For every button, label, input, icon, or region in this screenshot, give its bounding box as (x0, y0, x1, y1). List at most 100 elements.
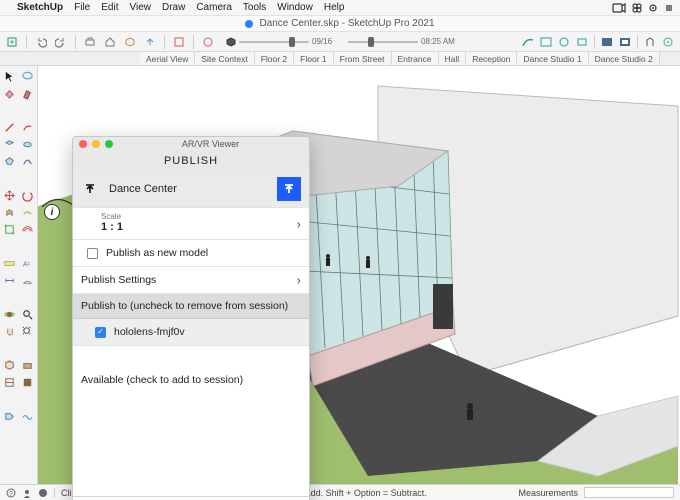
zoom-icon[interactable] (105, 140, 113, 148)
menu-edit[interactable]: Edit (101, 2, 118, 13)
panel-titlebar[interactable]: AR/VR Viewer (73, 137, 309, 151)
scale-value: 1 : 1 (101, 221, 301, 233)
scene-tab[interactable]: Dance Studio 2 (589, 52, 660, 65)
close-icon[interactable] (79, 140, 87, 148)
polygon-tool[interactable] (0, 153, 19, 170)
publish-settings-row[interactable]: Publish Settings › (73, 267, 309, 294)
window-title-bar: Dance Center.skp - SketchUp Pro 2021 (0, 16, 680, 32)
menu-draw[interactable]: Draw (162, 2, 185, 13)
shadow-time-slider[interactable]: 08:25 AM (348, 37, 455, 46)
zoomextents-tool[interactable] (19, 323, 38, 340)
device-row[interactable]: hololens-fmjf0v (73, 319, 309, 346)
print-button[interactable] (82, 34, 98, 50)
svg-text:?: ? (9, 491, 13, 498)
scene-tab[interactable]: Hall (439, 52, 467, 65)
panel-title: AR/VR Viewer (118, 139, 303, 149)
freehand-tool[interactable] (19, 119, 38, 136)
lasso-tool[interactable] (19, 68, 38, 85)
dimension-tool[interactable] (0, 272, 19, 289)
camera-icon[interactable] (612, 3, 626, 13)
protractor-tool[interactable] (19, 272, 38, 289)
new-model-button[interactable] (4, 34, 20, 50)
3dwh-button[interactable] (122, 34, 138, 50)
enter-ip-button[interactable]: Enter IP Address (73, 496, 309, 500)
available-heading: Available (check to add to session) (73, 346, 309, 496)
menu-window[interactable]: Window (277, 2, 313, 13)
redo-button[interactable] (53, 34, 69, 50)
menu-extra-icon[interactable] (664, 3, 674, 13)
scene-tab[interactable]: Dance Studio 1 (517, 52, 588, 65)
clover-icon[interactable] (632, 3, 642, 13)
shadow-time: 08:25 AM (421, 37, 455, 46)
style-b-button[interactable] (538, 34, 554, 50)
section-tool[interactable] (0, 357, 19, 374)
geo-icon[interactable] (38, 488, 48, 498)
backedges-button[interactable] (617, 34, 633, 50)
arvr-panel: AR/VR Viewer PUBLISH Dance Center Scale … (72, 136, 310, 500)
pan-tool[interactable] (0, 323, 19, 340)
sandbox-tool[interactable] (19, 408, 38, 425)
followme-tool[interactable] (19, 204, 38, 221)
orbit-tool[interactable] (0, 306, 19, 323)
workspace: A¹ (0, 66, 680, 484)
circle-tool[interactable] (19, 136, 38, 153)
menu-tools[interactable]: Tools (243, 2, 266, 13)
scene-tab[interactable]: Aerial View (140, 52, 195, 65)
component-share-button[interactable] (642, 34, 658, 50)
undo-button[interactable] (33, 34, 49, 50)
xray-button[interactable] (599, 34, 615, 50)
menu-file[interactable]: File (74, 2, 90, 13)
scene-tab[interactable]: Entrance (392, 52, 439, 65)
shadow-date-slider[interactable]: 09/16 (226, 37, 332, 47)
select-tool[interactable] (0, 68, 19, 85)
rectangle-tool[interactable] (0, 136, 19, 153)
menu-sketchup[interactable]: SketchUp (17, 2, 63, 13)
person-icon[interactable] (22, 488, 32, 498)
device-checkbox[interactable] (95, 327, 106, 338)
scale-row[interactable]: Scale 1 : 1 › (73, 208, 309, 240)
scene-tab[interactable]: Site Context (195, 52, 254, 65)
publish-new-row[interactable]: Publish as new model (73, 240, 309, 267)
move-tool[interactable] (0, 187, 19, 204)
settings-icon[interactable] (648, 3, 658, 13)
line-tool[interactable] (0, 119, 19, 136)
add-location-button[interactable] (660, 34, 676, 50)
device-name: hololens-fmjf0v (114, 326, 185, 338)
paint-tool[interactable] (19, 85, 38, 102)
mac-menubar: SketchUp File Edit View Draw Camera Tool… (0, 0, 680, 16)
pushpull-tool[interactable] (0, 204, 19, 221)
menu-view[interactable]: View (129, 2, 151, 13)
scale-tool[interactable] (0, 221, 19, 238)
home-button[interactable] (102, 34, 118, 50)
help-icon[interactable]: ? (6, 488, 16, 498)
publish-new-checkbox[interactable] (87, 248, 98, 259)
sectionfill-tool[interactable] (19, 374, 38, 391)
scene-tab[interactable]: Reception (466, 52, 517, 65)
text-tool[interactable]: A¹ (19, 255, 38, 272)
minimize-icon[interactable] (92, 140, 100, 148)
offset-tool[interactable] (19, 221, 38, 238)
sectioncut-tool[interactable] (0, 374, 19, 391)
style-a-button[interactable] (520, 34, 536, 50)
eraser-tool[interactable] (0, 85, 19, 102)
menu-camera[interactable]: Camera (196, 2, 232, 13)
rotate-tool[interactable] (19, 187, 38, 204)
model-upload-icon (81, 180, 99, 198)
publish-new-label: Publish as new model (106, 247, 208, 259)
ext-button[interactable] (171, 34, 187, 50)
upload-button[interactable] (142, 34, 158, 50)
extmgr-button[interactable] (200, 34, 216, 50)
scene-tab[interactable]: Floor 1 (294, 52, 333, 65)
sectiondisplay-tool[interactable] (19, 357, 38, 374)
zoom-tool[interactable] (19, 306, 38, 323)
publish-button[interactable] (277, 177, 301, 201)
style-c-button[interactable] (556, 34, 572, 50)
tape-tool[interactable] (0, 255, 19, 272)
tag-tool[interactable] (0, 408, 19, 425)
scene-tab[interactable]: From Street (334, 52, 392, 65)
scene-tab[interactable]: Floor 2 (255, 52, 294, 65)
style-d-button[interactable] (574, 34, 590, 50)
measurements-input[interactable] (584, 487, 674, 498)
arc-tool[interactable] (19, 153, 38, 170)
menu-help[interactable]: Help (324, 2, 345, 13)
